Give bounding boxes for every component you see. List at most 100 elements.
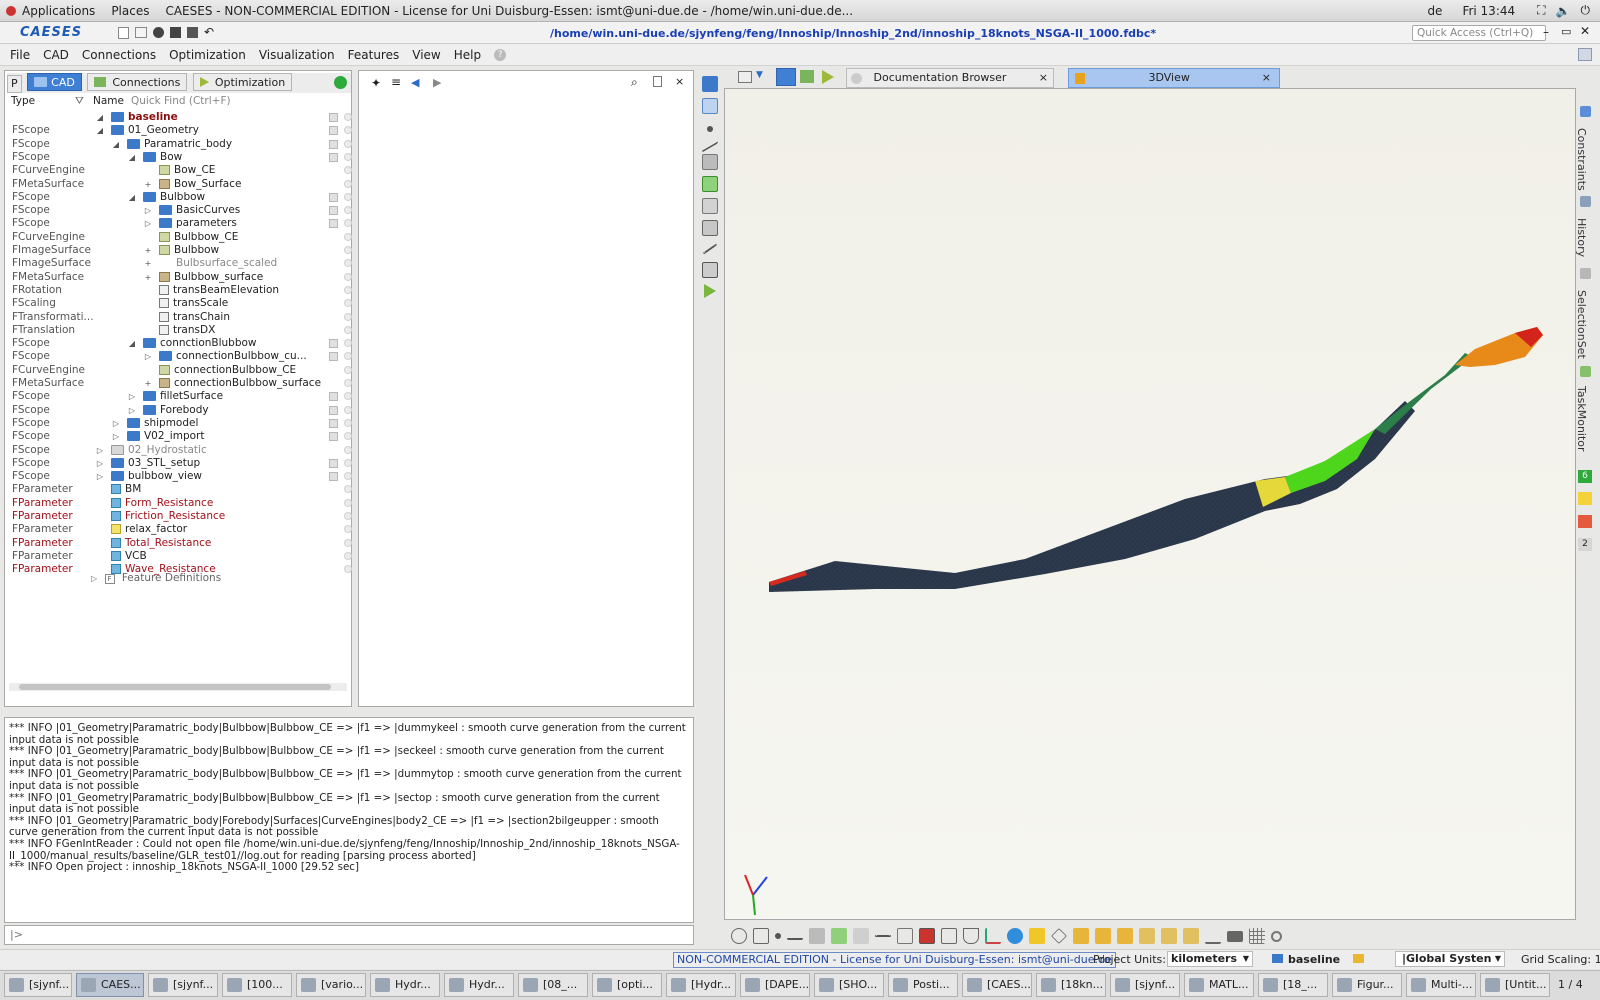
name-column-header[interactable]: Name	[93, 95, 124, 107]
view-connections-icon[interactable]	[800, 70, 814, 83]
minimize-window-button[interactable]: –	[1543, 25, 1549, 39]
tree-row-item[interactable]: transDX	[143, 324, 215, 337]
expand-toggle-icon[interactable]: +	[143, 377, 153, 390]
view-dropdown-icon[interactable]: ▼	[756, 70, 763, 80]
volume-icon[interactable]: 🔈	[1556, 4, 1571, 18]
task-green-badge[interactable]: 6	[1578, 470, 1592, 483]
menu-visualization[interactable]: Visualization	[259, 48, 335, 62]
quick-find-input[interactable]: Quick Find (Ctrl+F)	[131, 95, 231, 107]
expand-toggle-icon[interactable]: ◢	[111, 138, 121, 151]
tree-row-item[interactable]: VCB	[95, 550, 147, 563]
curve-tool-icon[interactable]	[702, 133, 718, 153]
tree-row-item[interactable]: Bulbbow_CE	[143, 231, 238, 244]
dock-tab-constraints[interactable]: Constraints	[1575, 128, 1588, 191]
tree-row-item[interactable]: ▷ 02_Hydrostatic	[95, 444, 207, 457]
tree-row[interactable]: FParameter Friction_Resistance	[5, 510, 355, 523]
tree-row-item[interactable]: transChain	[143, 311, 230, 324]
tree-row-item[interactable]: connectionBulbbow_CE	[143, 364, 296, 377]
ruler-icon[interactable]	[1205, 928, 1221, 944]
tab-optimization[interactable]: Optimization	[192, 73, 293, 91]
task-yellow-indicator[interactable]	[1578, 492, 1592, 505]
tree-row[interactable]: FMetaSurface + Bow_Surface	[5, 178, 355, 191]
tree-row-item[interactable]: ▷ filletSurface	[127, 390, 223, 403]
tree-row[interactable]: FImageSurface + Bulbbow	[5, 244, 355, 257]
tree-row-item[interactable]: ▷ shipmodel	[111, 417, 198, 430]
tree-row-item[interactable]: ▷ parameters	[143, 217, 237, 230]
menu-view[interactable]: View	[412, 48, 440, 62]
green-surface-tool-icon[interactable]	[702, 176, 718, 192]
tree-row-item[interactable]: Bow_CE	[143, 164, 215, 177]
tree-row[interactable]: FScope ▷ 02_Hydrostatic	[5, 444, 355, 457]
info-icon[interactable]	[1007, 928, 1023, 944]
expand-toggle-icon[interactable]: ▷	[127, 404, 137, 417]
task-count-badge[interactable]: 2	[1578, 538, 1592, 551]
tab-documentation-browser[interactable]: Documentation Browser ×	[846, 68, 1054, 88]
surface-view-icon[interactable]	[809, 928, 825, 944]
visibility-toggle-icon[interactable]	[329, 432, 338, 442]
view-cad-icon[interactable]	[776, 68, 796, 86]
expand-toggle-icon[interactable]: ◢	[127, 191, 137, 204]
tree-row-item[interactable]: ▷ Forebody	[127, 404, 209, 417]
applications-menu[interactable]: Applications	[22, 4, 95, 18]
expand-toggle-icon[interactable]: +	[143, 271, 153, 284]
tree-row[interactable]: FScope ▷ parameters	[5, 217, 355, 230]
taskbar-item[interactable]: [sjynf...	[4, 973, 72, 997]
view-optimization-icon[interactable]	[822, 70, 834, 84]
tree-row[interactable]: FScope ▷ bulbbow_view	[5, 470, 355, 483]
tab-connections[interactable]: Connections	[87, 73, 188, 91]
tree-row-item[interactable]: + connectionBulbbow_surface	[143, 377, 321, 390]
expand-toggle-icon[interactable]: ▷	[127, 390, 137, 403]
tree-row[interactable]: FParameter relax_factor	[5, 523, 355, 536]
expand-toggle-icon[interactable]: +	[143, 244, 153, 257]
refresh-icon[interactable]	[334, 76, 347, 89]
tree-row[interactable]: FCurveEngine Bulbbow_CE	[5, 231, 355, 244]
tree-row[interactable]: FScope ▷ filletSurface	[5, 390, 355, 403]
tree-row[interactable]: FScope ◢ Paramatric_body	[5, 138, 355, 151]
measure-icon[interactable]	[875, 935, 891, 937]
tree-row-item[interactable]: + Bow_Surface	[143, 178, 242, 191]
search-icon[interactable]: ⌕	[631, 75, 638, 90]
view-z-icon[interactable]	[1117, 928, 1133, 944]
taskbar-item[interactable]: [CAES...	[962, 973, 1032, 997]
tree-row[interactable]: FScope ▷ 03_STL_setup	[5, 457, 355, 470]
dock-tab-history[interactable]: History	[1575, 218, 1588, 257]
expand-toggle-icon[interactable]: ◢	[95, 124, 105, 137]
taskbar-item[interactable]: MATL...	[1184, 973, 1254, 997]
coordinate-system-select[interactable]: |Global Systen ▼	[1395, 951, 1505, 967]
taskbar-item[interactable]: [100...	[222, 973, 292, 997]
taskbar-item[interactable]: Hydr...	[370, 973, 440, 997]
tree-row-item[interactable]: ◢ 01_Geometry	[95, 124, 199, 137]
clock[interactable]: Fri 13:44	[1462, 4, 1515, 18]
taskbar-item[interactable]: [08_...	[518, 973, 588, 997]
tree-row[interactable]: FScope ▷ shipmodel	[5, 417, 355, 430]
tree-row[interactable]: FMetaSurface + connectionBulbbow_surface	[5, 377, 355, 390]
forward-arrow-icon[interactable]: ▶	[433, 76, 441, 89]
taskbar-item[interactable]: [SHO...	[814, 973, 884, 997]
tree-row[interactable]: FTranslation transDX	[5, 324, 355, 337]
tree-row-item[interactable]: Friction_Resistance	[95, 510, 225, 523]
maximize-window-button[interactable]: ▭	[1561, 25, 1571, 38]
tree-row-item[interactable]: + Bulbbow_surface	[143, 271, 264, 284]
tree-row-item[interactable]: + Bulbsurface_scaled	[143, 257, 278, 270]
taskbar-item[interactable]: [Untit...	[1480, 973, 1550, 997]
expand-toggle-icon[interactable]: ◢	[127, 337, 137, 350]
camera-icon[interactable]	[1227, 930, 1243, 942]
meta-surface-view-icon[interactable]	[853, 928, 869, 944]
cube-icon[interactable]	[1051, 928, 1067, 944]
taskbar-item[interactable]: CAES...	[76, 973, 144, 997]
point-view-icon[interactable]	[775, 933, 781, 939]
tree-row[interactable]: FCurveEngine Bow_CE	[5, 164, 355, 177]
tree-row-item[interactable]: transBeamElevation	[143, 284, 279, 297]
help-icon[interactable]: ?	[494, 48, 507, 61]
scrollbar-thumb[interactable]	[19, 684, 331, 690]
project-units-select[interactable]: kilometers ▼	[1167, 951, 1253, 967]
tree-row[interactable]: FParameter Total_Resistance	[5, 537, 355, 550]
expand-toggle-icon[interactable]: ▷	[95, 457, 105, 470]
open-folder-icon[interactable]	[135, 27, 147, 38]
tree-row[interactable]: FScope ▷ connectionBulbbow_cu...	[5, 350, 355, 363]
taskbar-item[interactable]: Figur...	[1332, 973, 1402, 997]
expand-toggle-icon[interactable]: ▷	[143, 350, 153, 363]
expand-toggle-icon[interactable]: ▷	[111, 430, 121, 443]
undo-icon[interactable]: ↶	[204, 26, 214, 39]
keyboard-layout[interactable]: de	[1427, 4, 1442, 18]
